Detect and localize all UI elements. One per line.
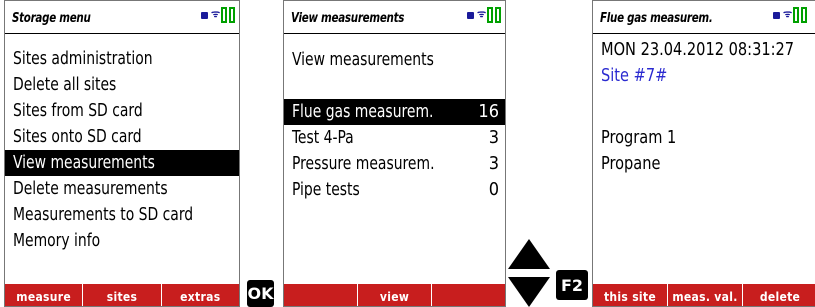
screen-title: Storage menu bbox=[12, 11, 91, 26]
menu-item[interactable]: Delete all sites bbox=[5, 72, 239, 98]
ok-key[interactable]: OK bbox=[247, 280, 274, 307]
menu-item[interactable]: Sites from SD card bbox=[5, 98, 239, 124]
plug-icon bbox=[201, 11, 208, 19]
plug-icon bbox=[773, 11, 780, 19]
view-measurements-screen: View measurements ᯤ View measurements Fl… bbox=[283, 0, 506, 307]
softkey-bar: view bbox=[284, 284, 505, 306]
screen-header: Flue gas measurem. ᯤ bbox=[593, 1, 815, 35]
battery-icon bbox=[221, 7, 227, 23]
measurement-list: Flue gas measurem. 16 Test 4-Pa 3 Pressure… bbox=[284, 99, 505, 203]
datetime: MON 23.04.2012 08:31:27 bbox=[601, 39, 795, 60]
arrow-keys bbox=[508, 239, 550, 307]
flue-gas-detail-screen: Flue gas measurem. ᯤ MON 23.04.2012 08:3… bbox=[592, 0, 815, 307]
arrow-down-icon[interactable] bbox=[508, 277, 550, 307]
screen-title: Flue gas measurem. bbox=[600, 11, 713, 26]
softkey-bar: measure sites extras bbox=[5, 284, 239, 306]
screen-header: View measurements ᯤ bbox=[284, 1, 505, 35]
menu-list: Sites administration Delete all sites Si… bbox=[5, 46, 239, 254]
battery-icon bbox=[229, 7, 235, 23]
measurement-detail: MON 23.04.2012 08:31:27 Site #7# Program… bbox=[593, 37, 815, 177]
softkey-bar: this site meas. val. delete bbox=[593, 284, 815, 306]
plug-icon bbox=[467, 11, 474, 19]
softkey-sites[interactable]: sites bbox=[83, 284, 162, 306]
screen-title: View measurements bbox=[291, 11, 405, 26]
softkey-left[interactable] bbox=[284, 284, 358, 306]
softkey-extras[interactable]: extras bbox=[162, 284, 239, 306]
page-heading: View measurements bbox=[292, 49, 434, 70]
softkey-view[interactable]: view bbox=[358, 284, 432, 306]
battery-icon bbox=[495, 7, 501, 23]
softkey-right[interactable] bbox=[432, 284, 505, 306]
menu-item[interactable]: Delete measurements bbox=[5, 176, 239, 202]
battery-icon bbox=[793, 7, 799, 23]
list-item[interactable]: Pipe tests 0 bbox=[284, 177, 505, 203]
antenna-icon: ᯤ bbox=[477, 9, 487, 20]
storage-menu-screen: Storage menu ᯤ Sites administration Dele… bbox=[4, 0, 240, 307]
status-icons: ᯤ bbox=[201, 7, 235, 23]
list-item-selected[interactable]: Flue gas measurem. 16 bbox=[284, 99, 505, 125]
softkey-measure[interactable]: measure bbox=[5, 284, 84, 306]
antenna-icon: ᯤ bbox=[783, 9, 793, 20]
program-label: Program 1 bbox=[601, 127, 677, 148]
heading-area: View measurements bbox=[284, 47, 505, 73]
screen-header: Storage menu ᯤ bbox=[5, 1, 239, 35]
menu-item[interactable]: Sites onto SD card bbox=[5, 124, 239, 150]
battery-icon bbox=[487, 7, 493, 23]
menu-item[interactable]: Sites administration bbox=[5, 46, 239, 72]
site-label: Site #7# bbox=[601, 65, 668, 86]
softkey-this-site[interactable]: this site bbox=[593, 284, 668, 306]
arrow-up-icon[interactable] bbox=[508, 239, 550, 269]
battery-icon bbox=[801, 7, 807, 23]
softkey-meas-val[interactable]: meas. val. bbox=[668, 284, 743, 306]
list-item[interactable]: Pressure measurem. 3 bbox=[284, 151, 505, 177]
menu-item-selected[interactable]: View measurements bbox=[5, 150, 239, 176]
softkey-delete[interactable]: delete bbox=[743, 284, 815, 306]
list-item[interactable]: Test 4-Pa 3 bbox=[284, 125, 505, 151]
menu-item[interactable]: Memory info bbox=[5, 228, 239, 254]
status-icons: ᯤ bbox=[467, 7, 501, 23]
antenna-icon: ᯤ bbox=[211, 9, 221, 20]
menu-item[interactable]: Measurements to SD card bbox=[5, 202, 239, 228]
f2-key[interactable]: F2 bbox=[556, 270, 588, 300]
fuel-label: Propane bbox=[601, 153, 661, 174]
status-icons: ᯤ bbox=[773, 7, 807, 23]
